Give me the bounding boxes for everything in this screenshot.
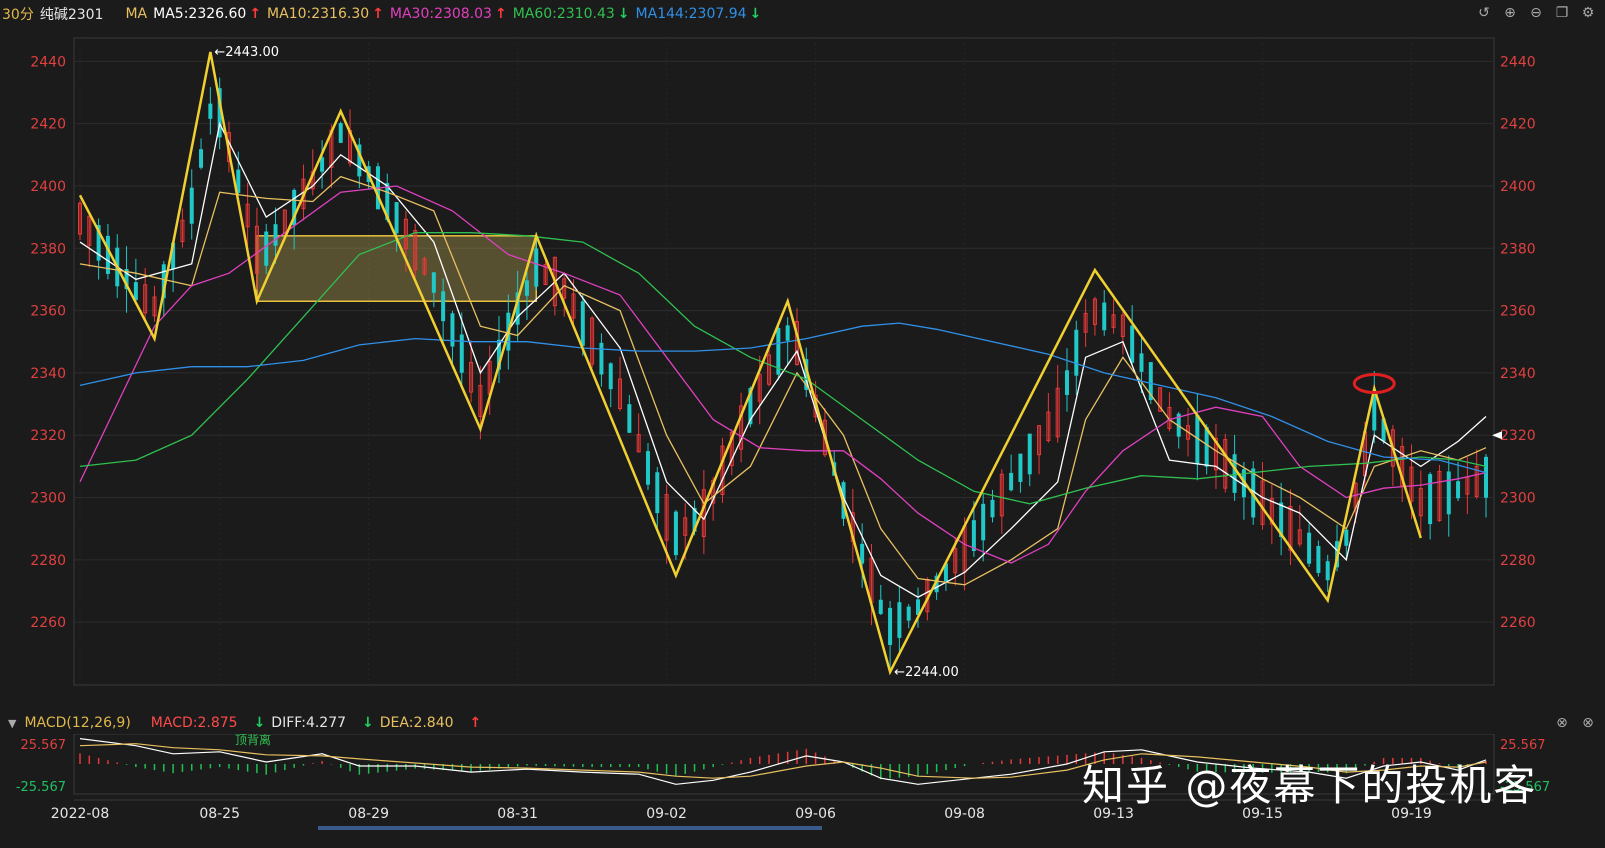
candle-body (1139, 353, 1144, 372)
candle-body (673, 511, 678, 556)
x-tick-label: 09-08 (944, 806, 985, 822)
y-tick-label-left: 2440 (30, 54, 66, 70)
y-tick-label-left: 2380 (30, 241, 66, 257)
candle-body (888, 607, 893, 645)
candle-body (785, 325, 790, 341)
y-tick-label-right: 2280 (1500, 553, 1536, 569)
y-tick-label-left: 2400 (30, 179, 66, 195)
candle-body (878, 599, 883, 614)
close-icon[interactable]: ⊗ (1553, 714, 1571, 732)
y-tick-label-right: 2320 (1500, 428, 1536, 444)
macd-value: MACD:2.875 (150, 715, 238, 731)
y-tick-label-right: 2440 (1500, 54, 1536, 70)
candle-body (1446, 471, 1451, 515)
candle-body (1009, 472, 1014, 491)
candle-body (981, 503, 986, 541)
x-tick-label: 09-06 (795, 806, 836, 822)
candle-body (897, 602, 902, 638)
candle-body (273, 224, 278, 246)
y-tick-label-right: 2340 (1500, 366, 1536, 382)
low-annotation: ←2244.00 (894, 665, 959, 680)
candle-body (431, 272, 436, 293)
macd-y-top-left: 25.567 (21, 738, 67, 753)
y-tick-label-right: 2380 (1500, 241, 1536, 257)
candle-body (534, 248, 539, 287)
candle-body (580, 301, 585, 346)
candle-body (906, 606, 911, 621)
candle-body (1074, 329, 1079, 376)
y-tick-label-right: 2260 (1500, 615, 1536, 631)
y-tick-label-left: 2360 (30, 304, 66, 320)
candle-body (1232, 454, 1237, 493)
candle-body (1204, 426, 1209, 467)
candle-body (655, 472, 660, 514)
candle-body (133, 282, 138, 301)
candle-body (1027, 433, 1032, 475)
diff-down-arrow-icon: ↓ (362, 715, 374, 731)
x-tick-label: 09-02 (646, 806, 687, 822)
macd-header: ▼ MACD(12,26,9) MACD:2.875 ↓ DIFF:4.277 … (0, 712, 1605, 734)
candle-body (1102, 302, 1107, 331)
candle-body (208, 103, 213, 119)
collapse-icon[interactable]: ▼ (8, 717, 16, 730)
candle-body (1484, 456, 1488, 498)
candle-body (199, 149, 204, 168)
candle-body (1316, 545, 1321, 573)
y-tick-label-left: 2300 (30, 491, 66, 507)
candle-body (1018, 453, 1023, 482)
candle-body (971, 520, 976, 552)
candle-body (608, 363, 613, 390)
candle-body (860, 543, 865, 564)
x-tick-label: 08-31 (497, 806, 538, 822)
high-annotation: ←2443.00 (214, 45, 279, 60)
diff-value: DIFF:4.277 (271, 715, 347, 731)
candle-body (599, 342, 604, 375)
y-tick-label-left: 2320 (30, 428, 66, 444)
x-tick-label: 08-25 (199, 806, 240, 822)
candle-body (1428, 474, 1433, 525)
candle-body (264, 231, 269, 266)
watermark: 知乎 @夜幕下的投机客 (1082, 761, 1538, 810)
x-tick-label: 08-29 (348, 806, 389, 822)
candle-body (1325, 561, 1330, 581)
candle-body (524, 280, 529, 296)
maximize-icon[interactable]: ⊗ (1579, 714, 1597, 732)
macd-y-bottom-left: -25.567 (16, 780, 66, 795)
candle-body (1307, 532, 1312, 564)
candle-body (1456, 481, 1461, 499)
candle-body (916, 599, 921, 616)
dea-up-arrow-icon: ↑ (469, 715, 482, 731)
candle-body (1130, 325, 1135, 363)
candle-body (394, 202, 399, 234)
candle-body (645, 451, 650, 485)
macd-down-arrow-icon: ↓ (253, 715, 266, 731)
y-tick-label-right: 2400 (1500, 179, 1536, 195)
scrollbar (318, 826, 822, 830)
candle-body (338, 123, 343, 143)
macd-y-top-right: 25.567 (1500, 738, 1546, 753)
y-tick-label-right: 2360 (1500, 304, 1536, 320)
price-chart[interactable]: 2260 2260 2280 2280 2300 2300 2320 2320 2340 2340… (0, 0, 1605, 710)
y-tick-label-right: 2420 (1500, 117, 1536, 133)
y-tick-label-left: 2260 (30, 615, 66, 631)
candle-body (441, 291, 446, 322)
candle-body (990, 499, 995, 518)
y-tick-label-left: 2420 (30, 117, 66, 133)
y-tick-label-right: 2300 (1500, 491, 1536, 507)
macd-params: MACD(12,26,9) (24, 715, 131, 731)
dea-value: DEA:2.840 (379, 715, 454, 731)
x-tick-label: 2022-08 (51, 806, 110, 822)
divergence-note: 顶背离 (235, 734, 271, 747)
candle-body (1064, 370, 1069, 396)
y-tick-label-left: 2340 (30, 366, 66, 382)
candle-body (1344, 529, 1349, 546)
candle-body (627, 404, 632, 433)
candle-body (320, 157, 325, 172)
plot-area (73, 37, 1495, 686)
candle-body (189, 187, 194, 224)
y-tick-label-left: 2280 (30, 553, 66, 569)
